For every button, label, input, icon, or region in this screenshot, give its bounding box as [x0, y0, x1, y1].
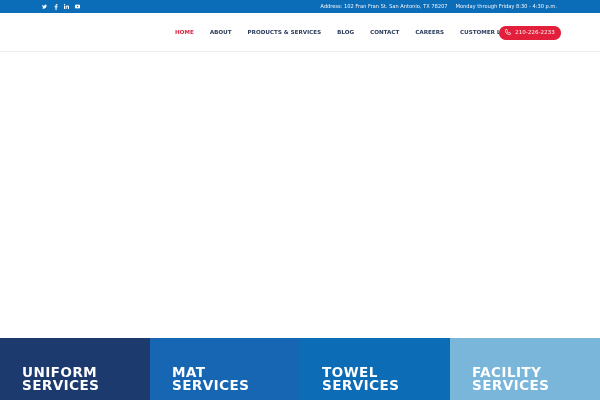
tile-title: MAT SERVICES	[172, 366, 292, 394]
nav-item-about[interactable]: ABOUT	[210, 30, 232, 36]
phone-button[interactable]: 210-226-2233	[499, 26, 561, 40]
nav-item-contact[interactable]: CONTACT	[370, 30, 399, 36]
services-strip: UNIFORM SERVICES MAT SERVICES TOWEL SERV…	[0, 338, 600, 400]
main-nav: HOME ABOUT PRODUCTS & SERVICES BLOG CONT…	[175, 13, 516, 52]
tile-title: FACILITY SERVICES	[472, 366, 592, 394]
tile-title-line2: SERVICES	[22, 378, 100, 394]
tile-title-line2: SERVICES	[172, 378, 250, 394]
youtube-icon[interactable]	[75, 0, 80, 13]
uniform-services-tile[interactable]: UNIFORM SERVICES	[0, 338, 150, 400]
facility-services-tile[interactable]: FACILITY SERVICES	[450, 338, 600, 400]
tile-title: TOWEL SERVICES	[322, 366, 442, 394]
social-links	[42, 0, 80, 13]
top-info: Address: 102 Fran Fran St. San Antonio, …	[320, 0, 557, 13]
twitter-icon[interactable]	[42, 0, 47, 13]
address-text: Address: 102 Fran Fran St. San Antonio, …	[320, 3, 448, 10]
tile-title-line2: SERVICES	[472, 378, 550, 394]
nav-item-products-services[interactable]: PRODUCTS & SERVICES	[248, 30, 322, 36]
linkedin-icon[interactable]	[64, 0, 69, 13]
towel-services-tile[interactable]: TOWEL SERVICES	[300, 338, 450, 400]
phone-icon	[505, 29, 512, 37]
tile-title-line2: SERVICES	[322, 378, 400, 394]
hero-area	[0, 53, 600, 338]
facebook-icon[interactable]	[53, 0, 58, 13]
nav-item-home[interactable]: HOME	[175, 30, 194, 36]
nav-item-blog[interactable]: BLOG	[337, 30, 354, 36]
site-header: HOME ABOUT PRODUCTS & SERVICES BLOG CONT…	[0, 13, 600, 52]
mat-services-tile[interactable]: MAT SERVICES	[150, 338, 300, 400]
phone-number: 210-226-2233	[515, 30, 555, 36]
tile-title: UNIFORM SERVICES	[22, 366, 142, 394]
top-bar: Address: 102 Fran Fran St. San Antonio, …	[0, 0, 600, 13]
hours-text: Monday through Friday 8:30 - 4:30 p.m.	[455, 3, 557, 10]
nav-item-careers[interactable]: CAREERS	[415, 30, 444, 36]
